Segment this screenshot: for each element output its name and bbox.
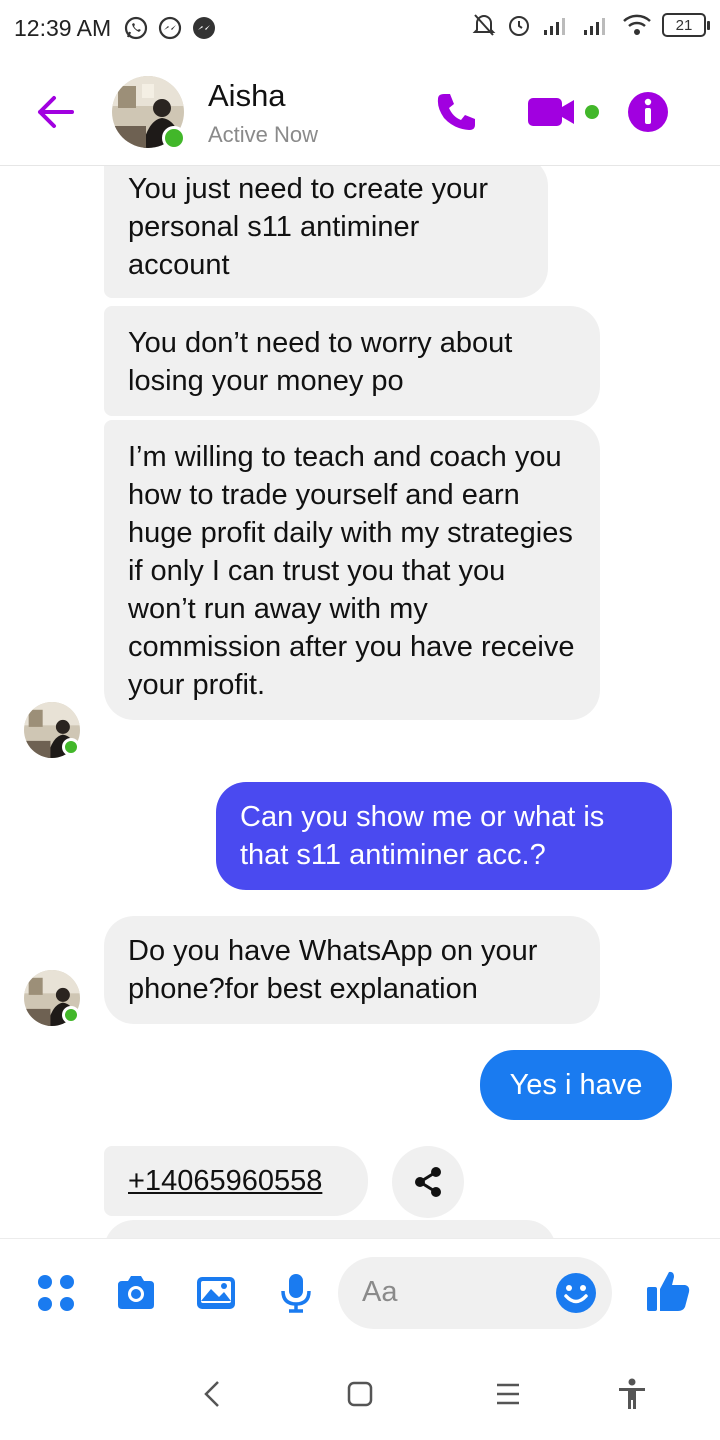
message-thread[interactable]: You just need to create your personal s1… [0,166,720,1238]
mute-icon [472,14,496,36]
apps-grid-icon[interactable] [34,1271,78,1315]
battery-icon: 21 [662,13,710,37]
emoji-icon[interactable] [554,1271,598,1315]
message-bubble-incoming[interactable]: You don’t need to worry about losing you… [104,306,600,416]
message-text[interactable]: +14065960558 [128,1165,322,1197]
phone-number-link[interactable]: +14065960558 [104,1146,368,1216]
message-text: Yes i have [509,1069,643,1101]
info-icon[interactable] [626,90,670,134]
message-text: You just need to create your personal s1… [128,173,489,281]
message-text: Can you show me or what is that s11 anti… [240,801,605,871]
signal-icon [584,18,605,35]
nav-home-icon[interactable] [342,1376,378,1412]
message-input-field[interactable] [338,1257,612,1329]
message-bubble-outgoing[interactable]: Yes i have [480,1050,672,1120]
presence-indicator [62,738,80,756]
signal-icon [544,18,565,35]
whatsapp-icon [125,16,148,40]
message-bubble-incoming[interactable] [104,1220,556,1238]
accessibility-icon[interactable] [614,1376,650,1412]
message-bubble-incoming[interactable]: I’m willing to teach and coach you how t… [104,420,600,720]
presence-indicator [162,126,186,150]
message-text: You don’t need to worry about losing you… [128,327,513,397]
messenger-icon [193,17,216,39]
contact-name[interactable]: Aisha [208,78,286,114]
nav-menu-icon[interactable] [490,1376,526,1412]
message-bubble-incoming[interactable]: You just need to create your personal s1… [104,166,548,298]
message-bubble-outgoing[interactable]: Can you show me or what is that s11 anti… [216,782,672,890]
back-arrow-icon[interactable] [34,92,76,132]
video-camera-icon[interactable] [526,94,600,130]
presence-indicator [62,1006,80,1024]
phone-icon[interactable] [434,90,478,134]
contact-status: Active Now [208,122,319,147]
messenger-icon [159,16,182,40]
message-text: I’m willing to teach and coach you how t… [128,441,575,701]
battery-level: 21 [675,16,693,34]
conversation-header: Aisha Active Now [0,56,720,166]
microphone-icon[interactable] [274,1271,318,1315]
nav-back-icon[interactable] [196,1376,232,1412]
wifi-icon [623,14,651,35]
share-icon [415,1167,441,1197]
message-input[interactable] [362,1276,542,1309]
gallery-icon[interactable] [194,1271,238,1315]
message-composer [0,1238,720,1348]
message-bubble-incoming[interactable]: Do you have WhatsApp on your phone?for b… [104,916,600,1024]
thumbs-up-icon[interactable] [644,1267,692,1315]
status-bar: 12:39 AM 21 [0,0,720,56]
alarm-icon [509,16,529,36]
camera-icon[interactable] [114,1271,158,1315]
status-time: 12:39 AM [14,14,112,41]
message-text: Do you have WhatsApp on your phone?for b… [128,935,538,1005]
share-button[interactable] [392,1146,464,1218]
system-navigation-bar [0,1348,720,1440]
